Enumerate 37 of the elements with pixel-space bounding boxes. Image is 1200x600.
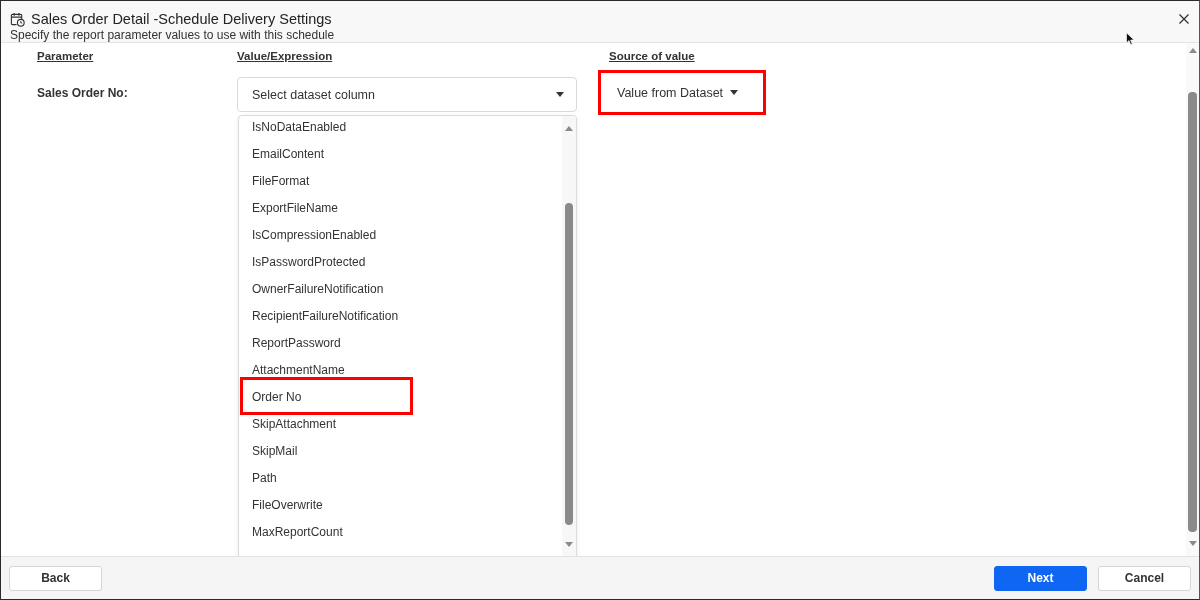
scroll-down-arrow-icon[interactable]	[565, 542, 573, 547]
primary-button[interactable]: Next	[994, 565, 1087, 591]
dialog-title: Sales Order Detail -Schedule Delivery Settings	[31, 10, 332, 28]
scroll-down-arrow-icon[interactable]	[1188, 541, 1197, 546]
dialog-subtitle: Specify the report parameter values to use with this schedule	[10, 28, 335, 42]
caret-icon	[730, 90, 739, 95]
dropdown-option[interactable]: FileOverwrite	[239, 492, 562, 519]
dropdown-option[interactable]: MaxReportCount	[239, 519, 562, 546]
dropdown-option[interactable]: OwnerFailureNotification	[239, 276, 562, 303]
dropdown-option[interactable]: IsCompressionEnabled	[239, 222, 562, 249]
parameter-label: Sales Order No:	[37, 86, 128, 100]
scroll-up-arrow-icon[interactable]	[1188, 48, 1197, 53]
caret-icon	[556, 92, 564, 97]
dataset-column-select[interactable]: Select dataset column	[237, 77, 577, 112]
dropdown-option[interactable]: ExportFileName	[239, 195, 562, 222]
scrollbar-thumb[interactable]	[565, 203, 573, 525]
dropdown-option[interactable]: IsNoDataEnabled	[239, 116, 562, 141]
dropdown-option[interactable]: RecipientFailureNotification	[239, 303, 562, 330]
scrollbar-thumb[interactable]	[1188, 92, 1197, 532]
dropdown-option[interactable]: Path	[239, 465, 562, 492]
dropdown-option[interactable]: SkipAttachment	[239, 411, 562, 438]
calendar-clock-icon	[10, 11, 25, 27]
dropdown-option[interactable]: SkipMail	[239, 438, 562, 465]
dropdown-option[interactable]: AttachmentName	[239, 357, 562, 384]
dropdown-option[interactable]: IsPasswordProtected	[239, 249, 562, 276]
footer-button[interactable]: Back	[9, 565, 102, 591]
dropdown-option[interactable]: EmailContent	[239, 141, 562, 168]
dropdown-option[interactable]: ReportPassword	[239, 330, 562, 357]
column-header: Source of value	[609, 49, 695, 63]
footer-button[interactable]: Cancel	[1098, 565, 1191, 591]
close-icon	[1179, 14, 1189, 24]
close-button[interactable]	[1179, 14, 1189, 24]
scroll-up-arrow-icon[interactable]	[565, 126, 573, 131]
column-header: Value/Expression	[237, 49, 333, 63]
dropdown-option[interactable]: Order No	[239, 384, 562, 411]
dropdown-option[interactable]: FileFormat	[239, 168, 562, 195]
column-header: Parameter	[37, 49, 94, 63]
